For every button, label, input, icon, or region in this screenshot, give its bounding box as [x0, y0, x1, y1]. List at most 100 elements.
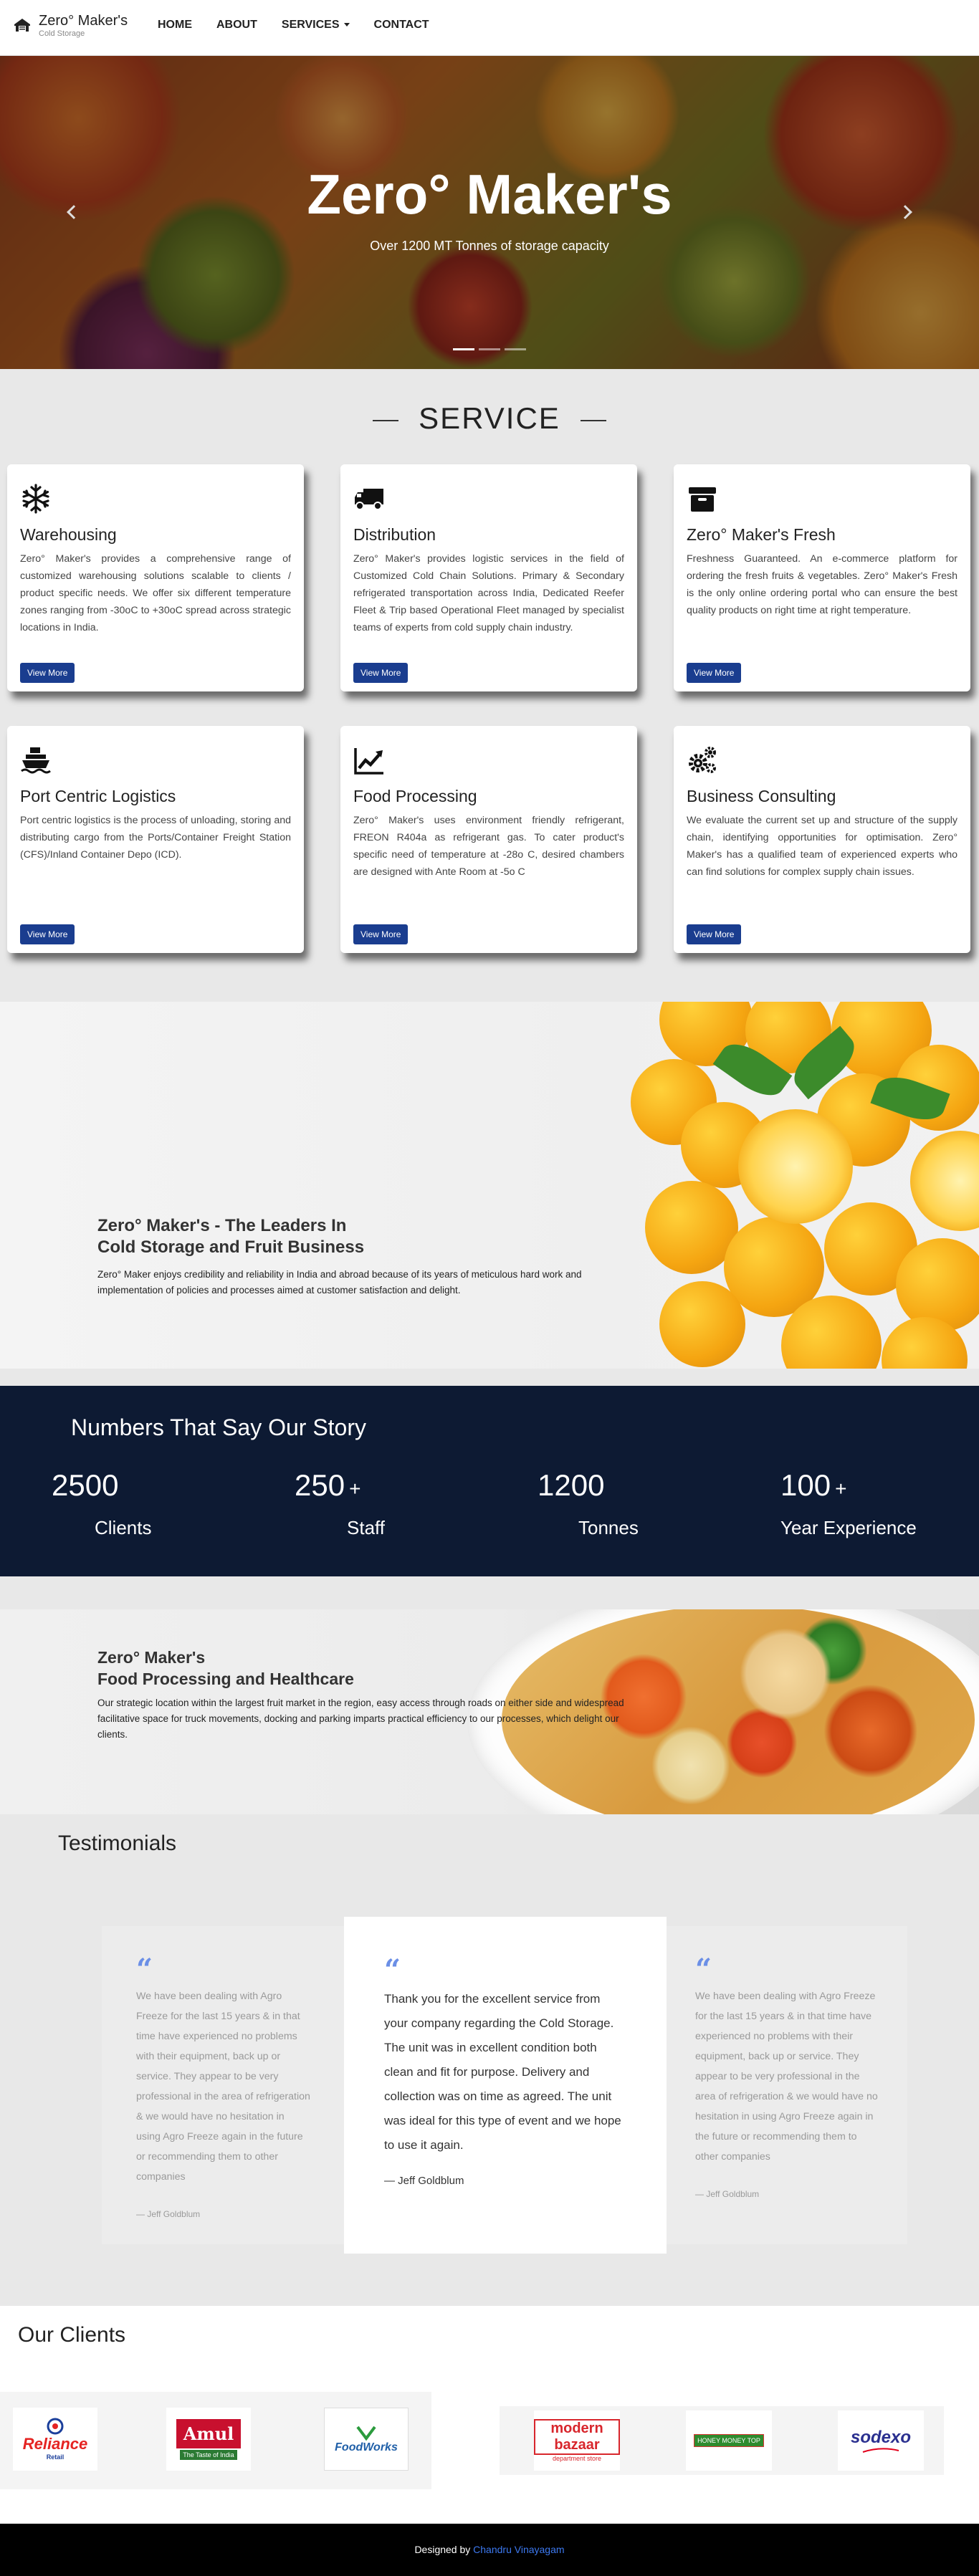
leaders-title-line1: Zero° Maker's - The Leaders In	[97, 1216, 347, 1235]
chevron-down-icon	[343, 23, 350, 27]
orange-image	[659, 1281, 745, 1367]
nav-about[interactable]: ABOUT	[216, 19, 257, 32]
stat-value: 250	[295, 1468, 345, 1502]
food-title: Zero° Maker's Food Processing and Healthc…	[97, 1647, 354, 1690]
carousel-indicators	[453, 348, 526, 350]
client-logo-amul[interactable]: Amul The Taste of India	[166, 2408, 251, 2471]
truck-icon	[355, 489, 383, 510]
numbers-title: Numbers That Say Our Story	[71, 1414, 366, 1440]
stat-suffix: +	[835, 1478, 847, 1500]
heading-dash-left	[373, 419, 399, 421]
brand[interactable]: Zero° Maker's Cold Storage	[13, 13, 128, 39]
service-heading-text: SERVICE	[419, 401, 560, 435]
hero-carousel: Zero° Maker's Over 1200 MT Tonnes of sto…	[0, 56, 979, 369]
reliance-logo-icon	[47, 2418, 64, 2435]
footer-author-link[interactable]: Chandru Vinayagam	[473, 2544, 564, 2555]
testimonial-author: — Jeff Goldblum	[136, 2209, 201, 2219]
service-card-distribution: Distribution Zero° Maker's provides logi…	[340, 464, 637, 691]
orange-image	[896, 1238, 979, 1331]
carousel-indicator-3[interactable]	[505, 348, 526, 350]
quote-icon: “	[695, 1953, 712, 1986]
food-title-line1: Zero° Maker's	[97, 1648, 206, 1667]
testimonial-card: “ We have been dealing with Agro Freeze …	[102, 1926, 345, 2244]
view-more-button[interactable]: View More	[20, 924, 75, 944]
service-card-text: We evaluate the current set up and struc…	[687, 815, 957, 878]
nav-home[interactable]: HOME	[158, 19, 192, 32]
service-card-text: Zero° Maker's provides a comprehensive r…	[20, 553, 291, 633]
testimonial-text: Thank you for the excellent service from…	[384, 1992, 621, 2152]
footer: Designed by Chandru Vinayagam	[0, 2524, 979, 2576]
carousel-next-button[interactable]	[894, 198, 916, 226]
service-card-text: Zero° Maker's uses environment friendly …	[353, 815, 624, 878]
stat-label: Tonnes	[578, 1517, 639, 1538]
heading-dash-right	[580, 419, 606, 421]
stat-label: Staff	[347, 1517, 386, 1538]
nav-contact[interactable]: CONTACT	[374, 19, 429, 32]
line-chart-icon	[354, 748, 383, 775]
stat-label: Clients	[95, 1517, 152, 1538]
chevron-left-icon	[67, 205, 81, 219]
client-logo-modern-bazaar[interactable]: modern bazaar department store	[534, 2410, 620, 2471]
leaders-title: Zero° Maker's - The Leaders In Cold Stora…	[97, 1215, 364, 1258]
food-title-line2: Food Processing and Healthcare	[97, 1670, 354, 1688]
brand-name: Zero° Maker's	[39, 13, 128, 29]
stat-staff: 250 + Staff	[295, 1468, 385, 1539]
testimonial-card: “ We have been dealing with Agro Freeze …	[667, 1926, 907, 2244]
client-logo-foodworks[interactable]: FoodWorks	[324, 2408, 409, 2471]
view-more-button[interactable]: View More	[687, 663, 742, 683]
foodworks-logo-icon	[356, 2426, 376, 2441]
clients-title: Our Clients	[18, 2323, 126, 2347]
service-heading: SERVICE	[0, 401, 979, 436]
client-logo-sodexo[interactable]: sodexo	[838, 2410, 924, 2471]
testimonial-text: We have been dealing with Agro Freeze fo…	[136, 1991, 310, 2183]
view-more-button[interactable]: View More	[353, 924, 409, 944]
client-name: FoodWorks	[335, 2441, 398, 2453]
carousel-indicator-2[interactable]	[479, 348, 500, 350]
client-tagline: The Taste of India	[180, 2449, 237, 2460]
nav-services-label: SERVICES	[281, 19, 340, 31]
stat-value: 2500	[52, 1468, 119, 1502]
food-text: Our strategic location within the larges…	[97, 1698, 624, 1740]
service-card-text: Port centric logistics is the process of…	[20, 815, 291, 861]
stat-clients: 2500 Clients	[52, 1468, 151, 1539]
testimonials-title: Testimonials	[58, 1832, 177, 1855]
brand-subtitle: Cold Storage	[39, 29, 85, 38]
leaders-text: Zero° Maker enjoys credibility and relia…	[97, 1269, 582, 1296]
storage-building-icon	[14, 19, 30, 32]
testimonial-author: — Jeff Goldblum	[695, 2189, 760, 2199]
stat-value: 100	[780, 1468, 831, 1502]
testimonial-text: We have been dealing with Agro Freeze fo…	[695, 1991, 878, 2163]
main-nav: HOME ABOUT SERVICES CONTACT	[158, 19, 429, 32]
stat-suffix: +	[349, 1478, 361, 1500]
ship-icon	[21, 747, 51, 774]
stat-tonnes: 1200 Tonnes	[538, 1468, 639, 1539]
service-card-title: Distribution	[353, 525, 436, 544]
service-card-food-processing: Food Processing Zero° Maker's uses envir…	[340, 726, 637, 953]
hero-subtitle: Over 1200 MT Tonnes of storage capacity	[370, 239, 609, 253]
footer-text: Designed by	[414, 2544, 471, 2555]
client-name: Amul	[176, 2418, 242, 2448]
gears-icon	[689, 747, 716, 773]
service-card-title: Port Centric Logistics	[20, 787, 176, 805]
carousel-indicator-1[interactable]	[453, 348, 474, 350]
view-more-button[interactable]: View More	[20, 663, 75, 683]
client-logo-reliance[interactable]: Reliance Retail	[13, 2408, 97, 2471]
sodexo-swoosh-icon	[862, 2448, 899, 2453]
service-card-title: Warehousing	[20, 525, 117, 544]
food-processing-section: Zero° Maker's Food Processing and Healthc…	[0, 1609, 979, 1814]
orange-slice-image	[910, 1131, 979, 1231]
view-more-button[interactable]: View More	[687, 924, 742, 944]
client-logo-honey-money-top[interactable]: HONEY MONEY TOP	[686, 2410, 772, 2471]
service-card-title: Business Consulting	[687, 787, 836, 805]
service-card-title: Food Processing	[353, 787, 477, 805]
carousel-prev-button[interactable]	[63, 198, 85, 226]
client-tagline: Retail	[46, 2453, 65, 2461]
view-more-button[interactable]: View More	[353, 663, 409, 683]
leaders-title-line2: Cold Storage and Fruit Business	[97, 1237, 365, 1257]
client-tagline: department store	[552, 2455, 602, 2462]
service-card-warehousing: Warehousing Zero° Maker's provides a com…	[7, 464, 304, 691]
nav-services[interactable]: SERVICES	[282, 19, 350, 32]
stat-label: Year Experience	[780, 1517, 917, 1538]
service-card-port-logistics: Port Centric Logistics Port centric logi…	[7, 726, 304, 953]
client-name: sodexo	[850, 2428, 912, 2447]
